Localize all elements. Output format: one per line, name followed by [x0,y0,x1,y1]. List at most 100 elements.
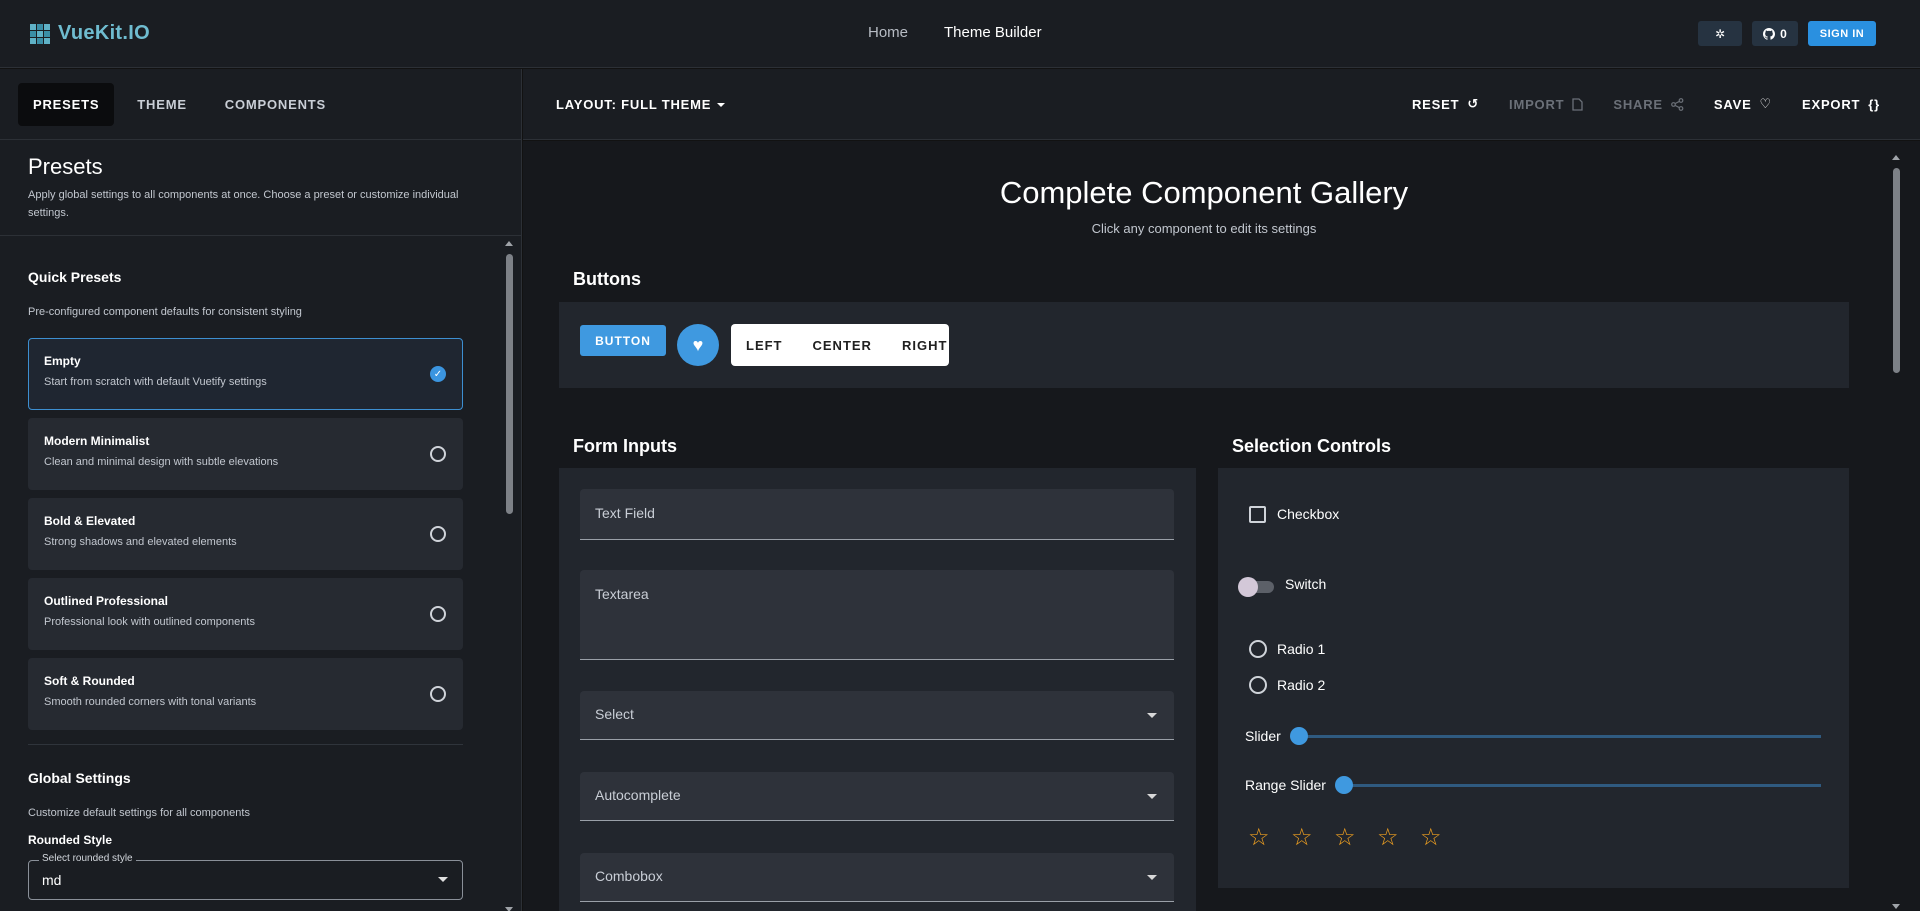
range-slider-track[interactable] [1343,784,1821,787]
slider-track[interactable] [1298,735,1821,738]
menu-down-icon [1147,875,1157,880]
button-group-right[interactable]: RIGHT [887,338,962,353]
text-field[interactable]: Text Field [580,489,1174,540]
form-inputs-section-title: Form Inputs [573,436,677,456]
buttons-section-title: Buttons [573,269,641,289]
textarea-field[interactable]: Textarea [580,570,1174,660]
textarea-label: Textarea [595,586,649,602]
primary-button[interactable]: BUTTON [580,325,666,356]
range-slider-label: Range Slider [1245,777,1326,793]
top-nav: Home Theme Builder [868,24,1042,41]
preset-description: Smooth rounded corners with tonal varian… [44,696,257,708]
sidebar-scrollbar[interactable] [503,239,515,911]
select-field[interactable]: Select [580,691,1174,740]
preset-soft-rounded[interactable]: Soft & Rounded Smooth rounded corners wi… [28,658,463,730]
main-scrollbar[interactable] [1890,153,1902,911]
switch-label[interactable]: Switch [1285,576,1326,592]
star-outline-icon[interactable]: ☆ [1248,823,1270,852]
text-field-label: Text Field [595,505,655,521]
github-icon [1763,27,1776,40]
nav-home-link[interactable]: Home [868,24,908,41]
reset-button[interactable]: RESET ↺ [1412,96,1479,112]
heart-icon: ♥ [692,334,704,355]
preset-empty[interactable]: Empty Start from scratch with default Vu… [28,338,463,410]
sidebar-title: Presets [28,154,103,179]
rounded-style-label: Rounded Style [28,833,113,847]
scrollbar-thumb[interactable] [1893,168,1900,373]
switch-thumb[interactable] [1238,577,1258,597]
scroll-down-icon[interactable] [505,907,513,911]
preset-bold-elevated[interactable]: Bold & Elevated Strong shadows and eleva… [28,498,463,570]
layout-dropdown-button[interactable]: LAYOUT: FULL THEME [556,97,726,112]
preset-description: Professional look with outlined componen… [44,616,255,628]
select-label: Select [595,706,634,722]
check-circle-icon: ✓ [430,366,446,382]
sidebar-tabs: PRESETS THEME COMPONENTS [0,69,521,140]
star-outline-icon[interactable]: ☆ [1291,823,1313,852]
layout-label: LAYOUT: FULL THEME [556,97,712,112]
preset-name: Outlined Professional [44,594,169,608]
slider-thumb[interactable] [1290,727,1308,745]
export-button[interactable]: EXPORT {} [1802,96,1880,112]
share-button[interactable]: SHARE [1613,96,1684,112]
star-outline-icon[interactable]: ☆ [1420,823,1442,852]
preset-name: Empty [44,354,81,368]
tab-theme[interactable]: THEME [122,83,202,126]
icon-button[interactable]: ♥ [677,324,719,366]
rounded-style-field-label: Select rounded style [39,853,136,864]
reset-label: RESET [1411,96,1460,112]
radio-unchecked-icon [430,686,446,702]
rounded-style-select[interactable]: Select rounded style md [28,853,463,900]
preset-description: Start from scratch with default Vuetify … [44,376,267,388]
combobox-field[interactable]: Combobox [580,853,1174,902]
scrollbar-thumb[interactable] [506,254,513,514]
autocomplete-label: Autocomplete [595,787,681,803]
preset-name: Modern Minimalist [44,434,150,448]
autocomplete-field[interactable]: Autocomplete [580,772,1174,821]
sign-in-button[interactable]: SIGN IN [1808,21,1876,46]
nav-theme-builder-link[interactable]: Theme Builder [944,24,1042,41]
buttons-card: BUTTON ♥ LEFT CENTER RIGHT [559,302,1849,388]
gallery-title: Complete Component Gallery [999,175,1409,210]
logo-text: VueKit.IO [58,22,150,44]
checkbox-label[interactable]: Checkbox [1277,506,1339,522]
sidebar-body: Quick Presets Pre-configured component d… [0,236,521,911]
slider-label: Slider [1245,728,1281,744]
scroll-down-icon[interactable] [1892,904,1900,909]
code-braces-icon: {} [1868,96,1880,112]
global-settings-title: Global Settings [28,770,131,786]
github-button[interactable]: 0 [1752,21,1798,46]
button-group-center[interactable]: CENTER [798,338,887,353]
preset-modern-minimalist[interactable]: Modern Minimalist Clean and minimal desi… [28,418,463,490]
tab-presets[interactable]: PRESETS [18,82,115,126]
radio-1-label[interactable]: Radio 1 [1277,641,1325,657]
share-label: SHARE [1613,96,1663,112]
gallery-subtitle: Click any component to edit its settings [1091,221,1317,236]
tab-components[interactable]: COMPONENTS [210,83,341,126]
main-toolbar: LAYOUT: FULL THEME RESET ↺ IMPORT SHARE … [523,69,1920,140]
checkbox[interactable] [1249,506,1266,523]
star-outline-icon[interactable]: ☆ [1377,823,1399,852]
range-slider-thumb[interactable] [1335,776,1353,794]
selection-controls-section-title: Selection Controls [1232,436,1392,456]
save-button[interactable]: SAVE ♡ [1714,96,1772,112]
share-icon [1671,97,1684,111]
theme-toggle-button[interactable]: ✲ [1698,21,1742,46]
preset-name: Bold & Elevated [44,514,136,528]
button-group-left[interactable]: LEFT [731,338,798,353]
star-outline-icon[interactable]: ☆ [1334,823,1356,852]
sidebar-description: Apply global settings to all components … [28,189,459,219]
rounded-style-value: md [42,872,62,888]
radio-2-label[interactable]: Radio 2 [1277,677,1325,693]
heart-outline-icon: ♡ [1759,96,1773,111]
scroll-up-icon[interactable] [505,241,513,246]
radio-button-1[interactable] [1249,640,1267,658]
form-inputs-card: Text Field Textarea Select Autocomplete … [559,468,1196,911]
github-count: 0 [1780,26,1787,41]
logo[interactable]: VueKit.IO [30,22,150,45]
scroll-up-icon[interactable] [1892,155,1900,160]
radio-button-2[interactable] [1249,676,1267,694]
save-label: SAVE [1713,96,1752,112]
preset-outlined-professional[interactable]: Outlined Professional Professional look … [28,578,463,650]
import-button[interactable]: IMPORT [1509,96,1584,112]
